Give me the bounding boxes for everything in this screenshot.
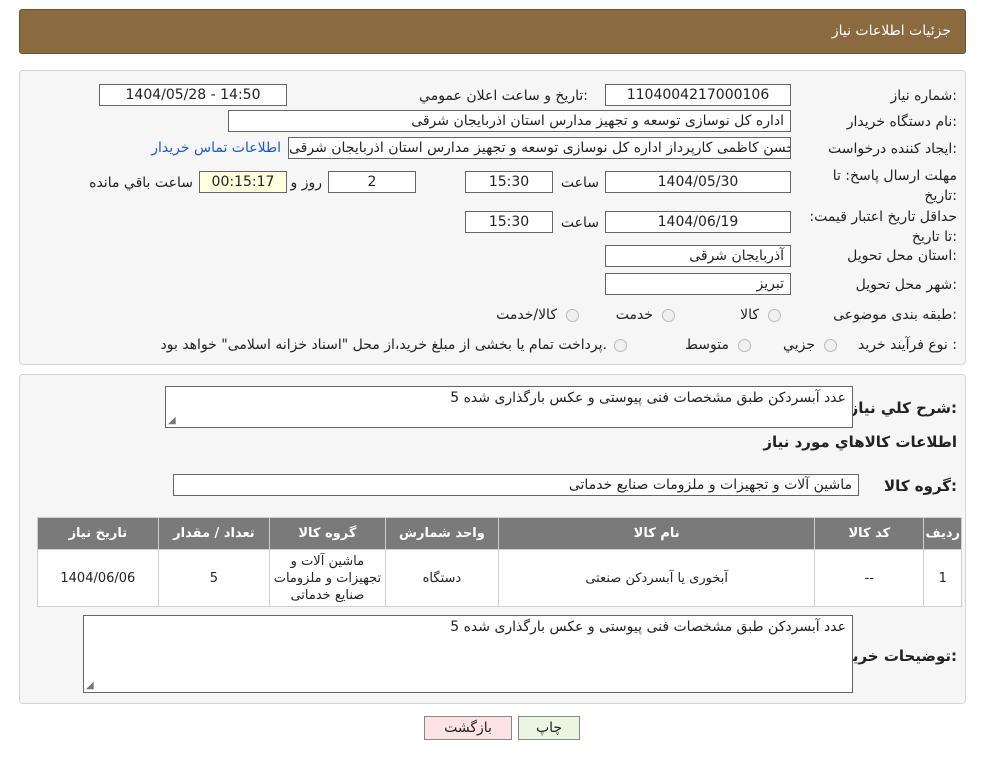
cell-code: -- — [814, 549, 925, 607]
col-group: گروه کالا — [269, 517, 386, 550]
category-goods-label: کالا — [740, 307, 759, 323]
buyer-contact-link[interactable]: اطلاعات تماس خريدار — [151, 140, 281, 156]
days-label: روز و — [290, 175, 323, 191]
announce-label: تاریخ و ساعت اعلان عمومي: — [419, 88, 588, 104]
category-goods-service-label: کالا/خدمت — [496, 307, 557, 323]
price-validity-time-field: 15:30 — [465, 211, 553, 233]
process-medium-label: متوسط — [685, 337, 729, 353]
process-note: پرداخت تمام یا بخشی از مبلغ خرید،از محل … — [160, 337, 607, 353]
category-service-radio[interactable] — [662, 309, 675, 322]
process-small-label: جزيي — [783, 337, 815, 353]
remaining-time-field: 00:15:17 — [199, 171, 287, 193]
price-validity-time-label: ساعت — [560, 215, 599, 231]
category-goods-service-radio[interactable] — [566, 309, 579, 322]
buyer-notes-text: 5 عدد آبسردکن طبق مشخصات فنی پیوستی و عک… — [450, 619, 846, 635]
col-date: تاريخ نياز — [37, 517, 159, 550]
treasury-bonds-checkbox[interactable] — [614, 339, 627, 352]
province-label: استان محل تحویل: — [847, 248, 957, 264]
cell-date: 1404/06/06 — [37, 549, 159, 607]
days-remaining-field: 2 — [328, 171, 416, 193]
col-index: رديف — [923, 517, 962, 550]
buyer-org-label: نام دستگاه خريدار: — [846, 114, 957, 130]
description-label: شرح کلي نياز: — [849, 399, 957, 417]
city-label: شهر محل تحویل: — [855, 277, 957, 293]
resize-grip-icon[interactable]: ◢ — [86, 680, 94, 691]
col-unit: واحد شمارش — [384, 517, 500, 550]
page-header: جزئیات اطلاعات نیاز — [19, 9, 966, 54]
resize-grip-icon[interactable]: ◢ — [168, 415, 176, 426]
category-service-label: خدمت — [615, 307, 653, 323]
description-textarea[interactable]: 5 عدد آبسردکن طبق مشخصات فنی پیوستی و عک… — [165, 386, 853, 428]
description-text: 5 عدد آبسردکن طبق مشخصات فنی پیوستی و عک… — [450, 390, 846, 406]
buyer-notes-textarea[interactable]: 5 عدد آبسردکن طبق مشخصات فنی پیوستی و عک… — [83, 615, 853, 693]
page-title: جزئیات اطلاعات نیاز — [831, 23, 951, 39]
goods-table: رديف کد کالا نام کالا واحد شمارش گروه کا… — [37, 517, 962, 607]
cell-unit: دستگاه — [384, 549, 500, 607]
goods-group-field: ماشین آلات و تجهیزات و ملزومات صنایع خدم… — [173, 474, 859, 496]
need-number-field: 1104004217000106 — [605, 84, 791, 106]
price-validity-date-field: 1404/06/19 — [605, 211, 791, 233]
col-name: نام کالا — [498, 517, 816, 550]
cell-group: ماشین آلات و تجهیزات و ملزومات صنایع خدم… — [269, 549, 386, 607]
price-validity-label: حداقل تاریخ اعتبار قیمت: تا تاریخ: — [809, 209, 957, 245]
announce-datetime-field: 1404/05/28 - 14:50 — [99, 84, 287, 106]
back-button[interactable]: بازگشت — [424, 716, 512, 740]
creator-field: سید حسن کاظمی کارپرداز اداره کل نوسازی ت… — [288, 137, 791, 159]
category-label: طبقه بندی موضوعی: — [833, 307, 957, 323]
need-number-label: شماره نیاز: — [890, 88, 957, 104]
col-code: کد کالا — [814, 517, 925, 550]
need-details-panel: شرح کلي نياز: 5 عدد آبسردکن طبق مشخصات ف… — [19, 374, 966, 704]
category-goods-radio[interactable] — [768, 309, 781, 322]
goods-group-label: گروه کالا: — [884, 477, 957, 495]
cell-qty: 5 — [157, 549, 271, 607]
need-info-panel: شماره نیاز: 1104004217000106 تاریخ و ساع… — [19, 70, 966, 365]
deadline-time-label: ساعت — [560, 175, 599, 191]
cell-index: 1 — [923, 549, 962, 607]
print-button[interactable]: چاپ — [518, 716, 580, 740]
remaining-label: ساعت باقي مانده — [89, 175, 193, 191]
deadline-label: مهلت ارسال پاسخ: تا تاریخ: — [832, 168, 957, 204]
process-medium-radio[interactable] — [738, 339, 751, 352]
process-type-label: نوع فرآيند خريد : — [858, 337, 957, 353]
col-qty: تعداد / مقدار — [157, 517, 271, 550]
deadline-time-field: 15:30 — [465, 171, 553, 193]
goods-section-title: اطلاعات کالاهاي مورد نياز — [763, 433, 957, 451]
deadline-date-field: 1404/05/30 — [605, 171, 791, 193]
goods-table-header: رديف کد کالا نام کالا واحد شمارش گروه کا… — [37, 517, 962, 550]
buyer-org-field: اداره کل نوسازی توسعه و تجهیز مدارس استا… — [228, 110, 791, 132]
province-field: آذربایجان شرقی — [605, 245, 791, 267]
table-row: 1 -- آبخوری یا آبسردکن صنعتی دستگاه ماشی… — [37, 549, 962, 607]
cell-name: آبخوری یا آبسردکن صنعتی — [498, 549, 816, 607]
process-small-radio[interactable] — [824, 339, 837, 352]
city-field: تبریز — [605, 273, 791, 295]
creator-label: ايجاد کننده درخواست: — [828, 141, 957, 157]
